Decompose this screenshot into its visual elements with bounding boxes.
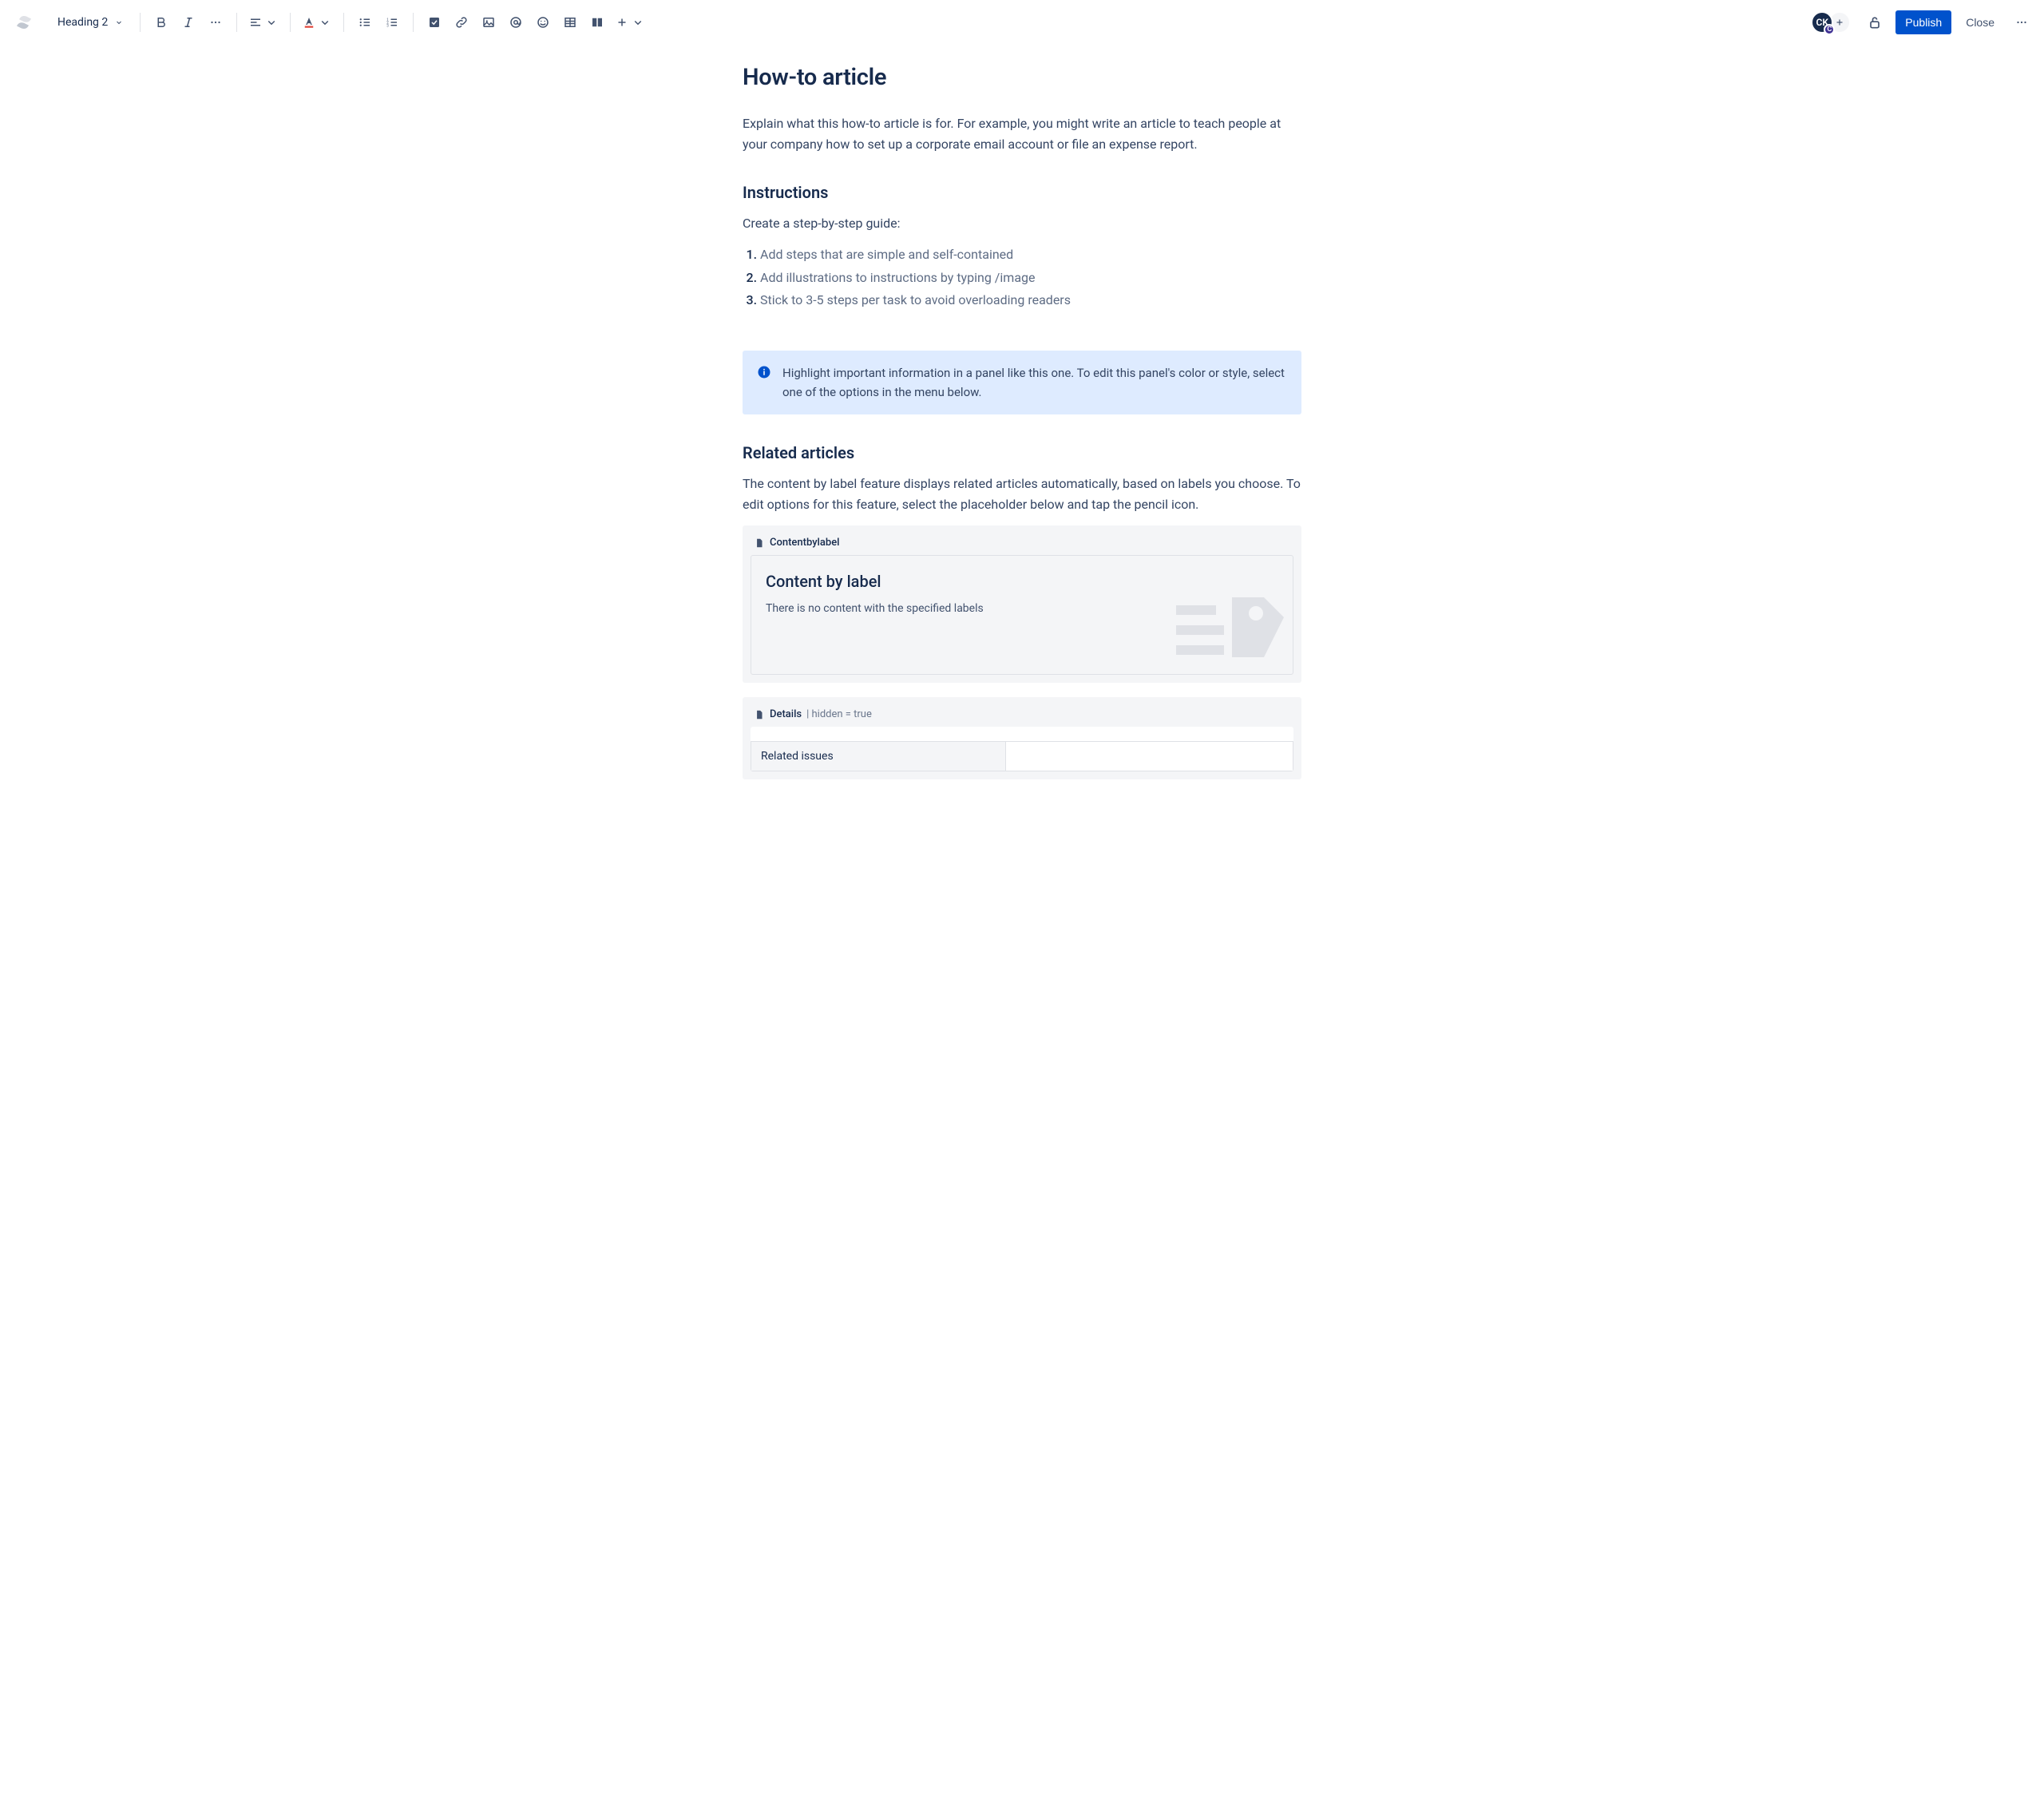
macro-body[interactable]: Related issues [751, 727, 1293, 771]
chevron-down-icon [631, 15, 645, 30]
info-icon [757, 365, 771, 379]
related-intro[interactable]: The content by label feature displays re… [743, 474, 1301, 514]
document-icon [754, 537, 765, 549]
list-item[interactable]: Add illustrations to instructions by typ… [760, 267, 1301, 290]
related-heading[interactable]: Related articles [743, 443, 1301, 462]
divider [343, 13, 344, 32]
intro-paragraph[interactable]: Explain what this how-to article is for.… [743, 113, 1301, 154]
italic-button[interactable] [176, 10, 201, 35]
details-table[interactable]: Related issues [751, 741, 1293, 771]
macro-name: Details [770, 708, 802, 720]
table-cell-value[interactable] [1006, 742, 1293, 771]
restrictions-button[interactable] [1862, 10, 1888, 35]
text-color-button[interactable] [299, 10, 335, 35]
table-button[interactable] [557, 10, 583, 35]
image-button[interactable] [476, 10, 501, 35]
divider [290, 13, 291, 32]
svg-text:3: 3 [387, 23, 390, 28]
chevron-down-icon [318, 15, 332, 30]
page-title[interactable]: How-to article [743, 64, 1301, 91]
macro-meta: | hidden = true [806, 708, 872, 720]
publish-button[interactable]: Publish [1895, 10, 1951, 34]
editor-content[interactable]: How-to article Explain what this how-to … [727, 45, 1317, 827]
macro-header: Details | hidden = true [751, 705, 1293, 727]
list-item[interactable]: Add steps that are simple and self-conta… [760, 244, 1301, 267]
label-illustration [1176, 581, 1288, 669]
mention-button[interactable] [503, 10, 529, 35]
chevron-down-icon [264, 15, 279, 30]
instructions-heading[interactable]: Instructions [743, 183, 1301, 202]
info-panel[interactable]: Highlight important information in a pan… [743, 351, 1301, 414]
emoji-button[interactable] [530, 10, 556, 35]
table-row[interactable]: Related issues [751, 742, 1293, 771]
macro-body[interactable]: Content by label There is no content wit… [751, 555, 1293, 675]
content-by-label-macro[interactable]: Contentbylabel Content by label There is… [743, 525, 1301, 683]
more-actions-button[interactable] [2009, 10, 2034, 35]
avatar-status-badge: C [1824, 24, 1835, 35]
action-item-button[interactable] [422, 10, 447, 35]
macro-header: Contentbylabel [751, 533, 1293, 555]
macro-name: Contentbylabel [770, 537, 839, 549]
alignment-button[interactable] [245, 10, 282, 35]
bullet-list-button[interactable] [352, 10, 378, 35]
bold-button[interactable] [149, 10, 174, 35]
link-button[interactable] [449, 10, 474, 35]
heading-selector[interactable]: Heading 2 [50, 11, 132, 34]
instructions-intro[interactable]: Create a step-by-step guide: [743, 213, 1301, 234]
user-avatar[interactable]: CK C [1811, 11, 1833, 34]
document-icon [754, 709, 765, 720]
layouts-button[interactable] [584, 10, 610, 35]
instructions-list[interactable]: Add steps that are simple and self-conta… [743, 244, 1301, 312]
editor-toolbar: Heading 2 123 [0, 0, 2044, 45]
divider [140, 13, 141, 32]
table-cell-label[interactable]: Related issues [751, 742, 1006, 771]
more-formatting-button[interactable] [203, 10, 228, 35]
details-macro[interactable]: Details | hidden = true Related issues [743, 697, 1301, 779]
close-button[interactable]: Close [1956, 10, 2004, 34]
panel-text[interactable]: Highlight important information in a pan… [782, 363, 1287, 402]
chevron-down-icon [114, 18, 124, 27]
confluence-logo [14, 13, 34, 32]
divider [413, 13, 414, 32]
divider [236, 13, 237, 32]
insert-button[interactable] [612, 10, 648, 35]
collaborators: CK C [1811, 11, 1851, 34]
list-item[interactable]: Stick to 3-5 steps per task to avoid ove… [760, 289, 1301, 312]
heading-selector-label: Heading 2 [57, 16, 108, 29]
numbered-list-button[interactable]: 123 [379, 10, 405, 35]
